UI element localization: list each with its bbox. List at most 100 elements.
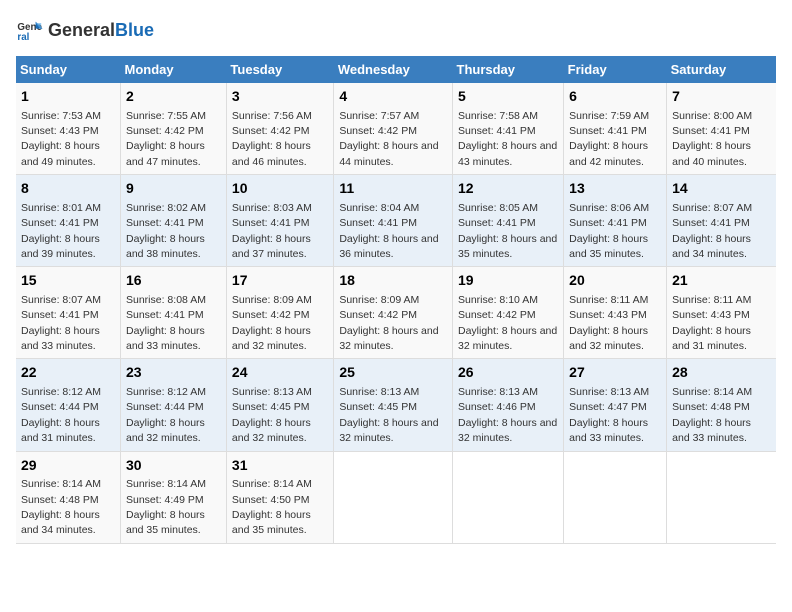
sunset-info: Sunset: 4:44 PM [21, 401, 99, 413]
calendar-cell: 11Sunrise: 8:04 AMSunset: 4:41 PMDayligh… [334, 175, 453, 267]
sunset-info: Sunset: 4:42 PM [339, 309, 417, 321]
week-row-4: 22Sunrise: 8:12 AMSunset: 4:44 PMDayligh… [16, 359, 776, 451]
calendar-header-row: SundayMondayTuesdayWednesdayThursdayFrid… [16, 56, 776, 83]
day-number: 7 [672, 87, 771, 107]
daylight-info: Daylight: 8 hours and 37 minutes. [232, 233, 311, 260]
sunrise-info: Sunrise: 8:01 AM [21, 202, 101, 214]
sunrise-info: Sunrise: 8:10 AM [458, 294, 538, 306]
daylight-info: Daylight: 8 hours and 40 minutes. [672, 140, 751, 167]
sunrise-info: Sunrise: 8:09 AM [232, 294, 312, 306]
calendar-cell [453, 451, 564, 543]
daylight-info: Daylight: 8 hours and 46 minutes. [232, 140, 311, 167]
day-number: 27 [569, 363, 661, 383]
week-row-5: 29Sunrise: 8:14 AMSunset: 4:48 PMDayligh… [16, 451, 776, 543]
week-row-2: 8Sunrise: 8:01 AMSunset: 4:41 PMDaylight… [16, 175, 776, 267]
sunset-info: Sunset: 4:42 PM [126, 125, 204, 137]
logo-blue: Blue [115, 20, 154, 40]
logo-general: General [48, 20, 115, 40]
calendar-cell: 27 Sunrise: 8:13 AM Sunset: 4:47 PM Dayligh… [564, 359, 667, 451]
week-row-3: 15Sunrise: 8:07 AMSunset: 4:41 PMDayligh… [16, 267, 776, 359]
header-day-tuesday: Tuesday [226, 56, 333, 83]
calendar-cell: 6Sunrise: 7:59 AMSunset: 4:41 PMDaylight… [564, 83, 667, 175]
sunrise-info: Sunrise: 8:14 AM [672, 386, 752, 398]
daylight-info: Daylight: 8 hours and 35 minutes. [232, 509, 311, 536]
sunrise-info: Sunrise: 7:55 AM [126, 110, 206, 122]
calendar-cell: 9Sunrise: 8:02 AMSunset: 4:41 PMDaylight… [121, 175, 227, 267]
daylight-info: Daylight: 8 hours and 32 minutes. [126, 417, 205, 444]
sunset-info: Sunset: 4:50 PM [232, 494, 310, 506]
sunrise-info: Sunrise: 8:13 AM [569, 386, 649, 398]
daylight-info: Daylight: 8 hours and 36 minutes. [339, 233, 438, 260]
sunrise-info: Sunrise: 8:03 AM [232, 202, 312, 214]
daylight-info: Daylight: 8 hours and 35 minutes. [458, 233, 557, 260]
sunrise-info: Sunrise: 8:14 AM [126, 478, 206, 490]
day-number: 17 [232, 271, 328, 291]
calendar-cell: 26Sunrise: 8:13 AMSunset: 4:46 PMDayligh… [453, 359, 564, 451]
day-number: 16 [126, 271, 221, 291]
daylight-info: Daylight: 8 hours and 35 minutes. [126, 509, 205, 536]
week-row-1: 1Sunrise: 7:53 AMSunset: 4:43 PMDaylight… [16, 83, 776, 175]
daylight-info: Daylight: 8 hours and 32 minutes. [232, 325, 311, 352]
calendar-cell: 23Sunrise: 8:12 AMSunset: 4:44 PMDayligh… [121, 359, 227, 451]
calendar-cell: 20Sunrise: 8:11 AMSunset: 4:43 PMDayligh… [564, 267, 667, 359]
daylight-info: Daylight: 8 hours and 43 minutes. [458, 140, 557, 167]
sunrise-info: Sunrise: 8:00 AM [672, 110, 752, 122]
calendar-cell: 25Sunrise: 8:13 AMSunset: 4:45 PMDayligh… [334, 359, 453, 451]
day-number: 26 [458, 363, 558, 383]
logo-icon: Gene ral [16, 16, 44, 44]
calendar-cell: 16Sunrise: 8:08 AMSunset: 4:41 PMDayligh… [121, 267, 227, 359]
daylight-info: Daylight: 8 hours and 32 minutes. [339, 417, 438, 444]
header: Gene ral GeneralBlue [16, 16, 776, 44]
calendar-cell: 13Sunrise: 8:06 AMSunset: 4:41 PMDayligh… [564, 175, 667, 267]
daylight-info: Daylight: 8 hours and 47 minutes. [126, 140, 205, 167]
sunset-info: Sunset: 4:41 PM [672, 125, 750, 137]
calendar-cell [564, 451, 667, 543]
calendar-cell: 29Sunrise: 8:14 AMSunset: 4:48 PMDayligh… [16, 451, 121, 543]
sunrise-info: Sunrise: 7:57 AM [339, 110, 419, 122]
daylight-info: Daylight: 8 hours and 31 minutes. [672, 325, 751, 352]
sunset-info: Sunset: 4:41 PM [569, 125, 647, 137]
sunrise-info: Sunrise: 8:12 AM [126, 386, 206, 398]
sunset-info: Sunset: 4:41 PM [672, 217, 750, 229]
day-number: 14 [672, 179, 771, 199]
daylight-info: Daylight: 8 hours and 39 minutes. [21, 233, 100, 260]
daylight-info: Daylight: 8 hours and 38 minutes. [126, 233, 205, 260]
sunrise-info: Sunrise: 8:14 AM [232, 478, 312, 490]
day-number: 21 [672, 271, 771, 291]
day-number: 20 [569, 271, 661, 291]
sunset-info: Sunset: 4:48 PM [672, 401, 750, 413]
header-day-friday: Friday [564, 56, 667, 83]
sunset-info: Sunset: 4:41 PM [232, 217, 310, 229]
sunrise-info: Sunrise: 8:07 AM [672, 202, 752, 214]
sunrise-info: Sunrise: 8:05 AM [458, 202, 538, 214]
daylight-info: Daylight: 8 hours and 34 minutes. [672, 233, 751, 260]
calendar-cell [667, 451, 776, 543]
header-day-saturday: Saturday [667, 56, 776, 83]
daylight-info: Daylight: 8 hours and 33 minutes. [569, 417, 648, 444]
sunrise-info: Sunrise: 8:04 AM [339, 202, 419, 214]
calendar-cell: 14 Sunrise: 8:07 AM Sunset: 4:41 PM Dayligh… [667, 175, 776, 267]
daylight-info: Daylight: 8 hours and 35 minutes. [569, 233, 648, 260]
calendar-cell: 18Sunrise: 8:09 AMSunset: 4:42 PMDayligh… [334, 267, 453, 359]
sunrise-info: Sunrise: 8:07 AM [21, 294, 101, 306]
calendar-body: 1Sunrise: 7:53 AMSunset: 4:43 PMDaylight… [16, 83, 776, 543]
calendar-cell: 22Sunrise: 8:12 AMSunset: 4:44 PMDayligh… [16, 359, 121, 451]
daylight-info: Daylight: 8 hours and 32 minutes. [232, 417, 311, 444]
sunset-info: Sunset: 4:41 PM [21, 217, 99, 229]
daylight-info: Daylight: 8 hours and 32 minutes. [569, 325, 648, 352]
sunrise-info: Sunrise: 8:12 AM [21, 386, 101, 398]
sunset-info: Sunset: 4:49 PM [126, 494, 204, 506]
sunset-info: Sunset: 4:47 PM [569, 401, 647, 413]
logo: Gene ral GeneralBlue [16, 16, 154, 44]
day-number: 2 [126, 87, 221, 107]
daylight-info: Daylight: 8 hours and 32 minutes. [458, 325, 557, 352]
calendar-cell: 30Sunrise: 8:14 AMSunset: 4:49 PMDayligh… [121, 451, 227, 543]
day-number: 18 [339, 271, 447, 291]
sunset-info: Sunset: 4:45 PM [232, 401, 310, 413]
sunset-info: Sunset: 4:43 PM [21, 125, 99, 137]
sunrise-info: Sunrise: 8:13 AM [339, 386, 419, 398]
sunrise-info: Sunrise: 7:53 AM [21, 110, 101, 122]
day-number: 6 [569, 87, 661, 107]
day-number: 13 [569, 179, 661, 199]
day-number: 5 [458, 87, 558, 107]
